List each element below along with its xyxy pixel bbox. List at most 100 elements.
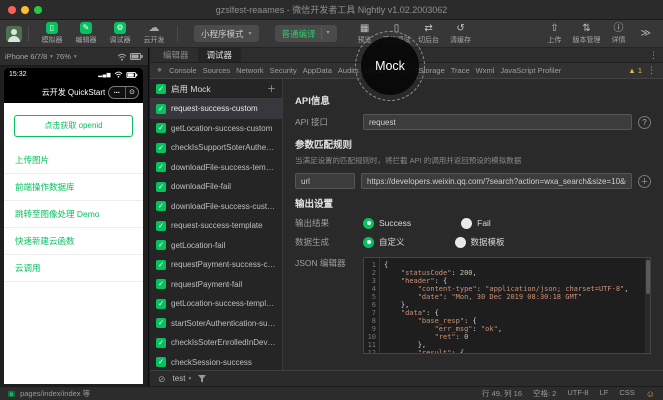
rule-checkbox-checked[interactable]: ✓ [156,123,166,133]
editor-scrollbar[interactable] [645,258,650,353]
user-avatar[interactable] [6,26,22,42]
kebab-menu-icon[interactable]: ⋮ [649,48,658,63]
section-rules: 参数匹配规则 [295,137,651,151]
pane-tab[interactable]: 调试器 [198,48,242,62]
mock-list-item[interactable]: ✓ downloadFile-success-template [150,158,282,178]
compile-select[interactable]: 普通编译 ▾ [275,25,337,42]
devtools-tab-storage[interactable]: Storage [415,63,447,79]
radio-custom[interactable]: 自定义 [363,236,405,248]
editor-code[interactable]: { "statusCode": 200, "header": { "conten… [380,258,650,353]
rule-checkbox-checked[interactable]: ✓ [156,162,166,172]
mock-list-item[interactable]: ✓ checkIsSoterEnrolledInDevice [150,333,282,353]
zoom-select[interactable]: 76% [56,52,71,61]
rule-checkbox-checked[interactable]: ✓ [156,240,166,250]
simulator-panel: iPhone 6/7/8 ▾ 76% ▾ 15:32 ▂▄▆ 云开发 Quick… [0,48,149,386]
devtools-tab-security[interactable]: Security [267,63,300,79]
get-openid-button[interactable]: 点击获取 openid [14,115,133,137]
devtools-tab-trace[interactable]: Trace [448,63,473,79]
toolbar-action-switch-background[interactable]: ⇄ 切后台 [413,23,445,45]
help-icon[interactable]: ? [638,116,651,129]
close-window-button[interactable] [8,6,16,14]
toolbar-action-version-manage[interactable]: ⇅ 版本管理 [571,23,603,45]
mock-list-item[interactable]: ✓ getLocation-success-template [150,294,282,314]
device-select[interactable]: iPhone 6/7/8 [5,52,47,61]
radio-template[interactable]: 数据模板 [455,236,505,248]
devtools-tab-sources[interactable]: Sources [200,63,234,79]
phone-menu-item[interactable]: 云调用 [4,255,143,282]
devtools-tab-audits[interactable]: Audits [335,63,362,79]
devtools-tab-javascript-profiler[interactable]: JavaScript Profiler [497,63,564,79]
feedback-smiley-icon[interactable]: ☺ [646,389,655,399]
pane-tab[interactable]: 编辑器 [154,48,198,62]
devtools-tab-wxml[interactable]: Wxml [473,63,498,79]
clear-console-icon[interactable]: ⊘ [158,371,166,387]
mock-list-item[interactable]: ✓ checkIsSupportSoterAuthentication-succ… [150,138,282,158]
menu-dots-icon[interactable]: ••• [109,87,126,98]
rule-key-input[interactable] [295,173,355,189]
rule-checkbox-checked[interactable]: ✓ [156,143,166,153]
rule-value-input[interactable] [361,173,632,189]
mock-list-item[interactable]: ✓ getLocation-fail [150,236,282,256]
mock-list-item[interactable]: ✓ downloadFile-fail [150,177,282,197]
phone-menu-item[interactable]: 前端操作数据库 [4,174,143,201]
radio-success[interactable]: Success [363,218,411,229]
mock-list-item[interactable]: ✓ request-success-custom [150,99,282,119]
radio-selected-icon[interactable] [363,218,374,229]
mode-select[interactable]: 小程序模式 ▾ [194,25,259,42]
api-input[interactable] [363,114,632,130]
mock-list-item[interactable]: ✓ checkSession-success [150,353,282,371]
toolbar-action-clear-cache[interactable]: ↺ 清缓存 [445,23,477,45]
add-rule-icon[interactable]: ＋ [267,82,276,95]
devtools-tab-network[interactable]: Network [233,63,267,79]
rule-checkbox-checked[interactable]: ✓ [156,279,166,289]
radio-unselected-icon[interactable] [461,218,472,229]
add-rule-row-icon[interactable]: ＋ [638,175,651,188]
rule-checkbox-checked[interactable]: ✓ [156,318,166,328]
radio-unselected-icon[interactable] [455,237,466,248]
toolbar-right-actions: ⇧ 上传 ⇅ 版本管理 ⓘ 详情 [539,23,635,45]
rule-checkbox-checked[interactable]: ✓ [156,182,166,192]
minimize-window-button[interactable] [21,6,29,14]
capsule-menu[interactable]: ••• ⊙ [108,86,139,99]
mock-list-item[interactable]: ✓ startSoterAuthentication-success [150,314,282,334]
toolbar-toggle-debugger[interactable]: ⚙ 调试器 [103,22,137,45]
rule-checkbox-checked[interactable]: ✓ [156,104,166,114]
rule-checkbox-checked[interactable]: ✓ [156,260,166,270]
warning-count-badge[interactable]: ▲ 1 [628,66,642,75]
toolbar-toggle-cloud-dev[interactable]: ☁ 云开发 [137,22,171,45]
phone-menu-item[interactable]: 上传图片 [4,147,143,174]
toolbar-toggle-editor[interactable]: ✎ 编辑器 [69,22,103,45]
radio-selected-icon[interactable] [363,237,374,248]
mock-list-item[interactable]: ✓ downloadFile-success-custom [150,197,282,217]
rule-checkbox-checked[interactable]: ✓ [156,221,166,231]
mock-list-item[interactable]: ✓ requestPayment-success-custom [150,255,282,275]
zoom-window-button[interactable] [34,6,42,14]
current-page-path[interactable]: pages/index/index 等 [20,388,90,399]
phone-menu-item[interactable]: 快速新建云函数 [4,228,143,255]
inspect-element-icon[interactable]: ⌖ [157,65,162,76]
phone-menu-item[interactable]: 跳转至图像处理 Demo [4,201,143,228]
json-editor[interactable]: 1 2 3 4 5 6 7 8 9 10 11 12 13 { "statusC… [363,257,651,354]
mock-list-item[interactable]: ✓ request-success-template [150,216,282,236]
devtools-tab-appdata[interactable]: AppData [300,63,335,79]
devtools-kebab-icon[interactable]: ⋮ [647,65,656,76]
toolbar-overflow-button[interactable]: ≫ [641,28,651,39]
status-item: 空格: 2 [533,388,556,399]
minimize-target-icon[interactable]: ⊙ [126,87,138,98]
toolbar-toggle-simulator[interactable]: ▯ 模拟器 [35,22,69,45]
mock-list-item[interactable]: ✓ getLocation-success-custom [150,119,282,139]
mock-list-item[interactable]: ✓ requestPayment-fail [150,275,282,295]
toolbar-action-upload[interactable]: ⇧ 上传 [539,23,571,45]
rule-checkbox-checked[interactable]: ✓ [156,338,166,348]
rule-checkbox-checked[interactable]: ✓ [156,299,166,309]
rule-checkbox-checked[interactable]: ✓ [156,201,166,211]
rule-checkbox-checked[interactable]: ✓ [156,357,166,367]
enable-mock-checkbox[interactable]: ✓ [156,84,166,94]
radio-fail[interactable]: Fail [461,218,491,229]
battery-icon [126,72,138,78]
filter-icon[interactable] [198,375,206,383]
devtools-tab-console[interactable]: Console [166,63,200,79]
toolbar-divider [177,26,178,42]
toolbar-action-details[interactable]: ⓘ 详情 [603,23,635,45]
console-context-select[interactable]: test ▾ [173,374,192,383]
